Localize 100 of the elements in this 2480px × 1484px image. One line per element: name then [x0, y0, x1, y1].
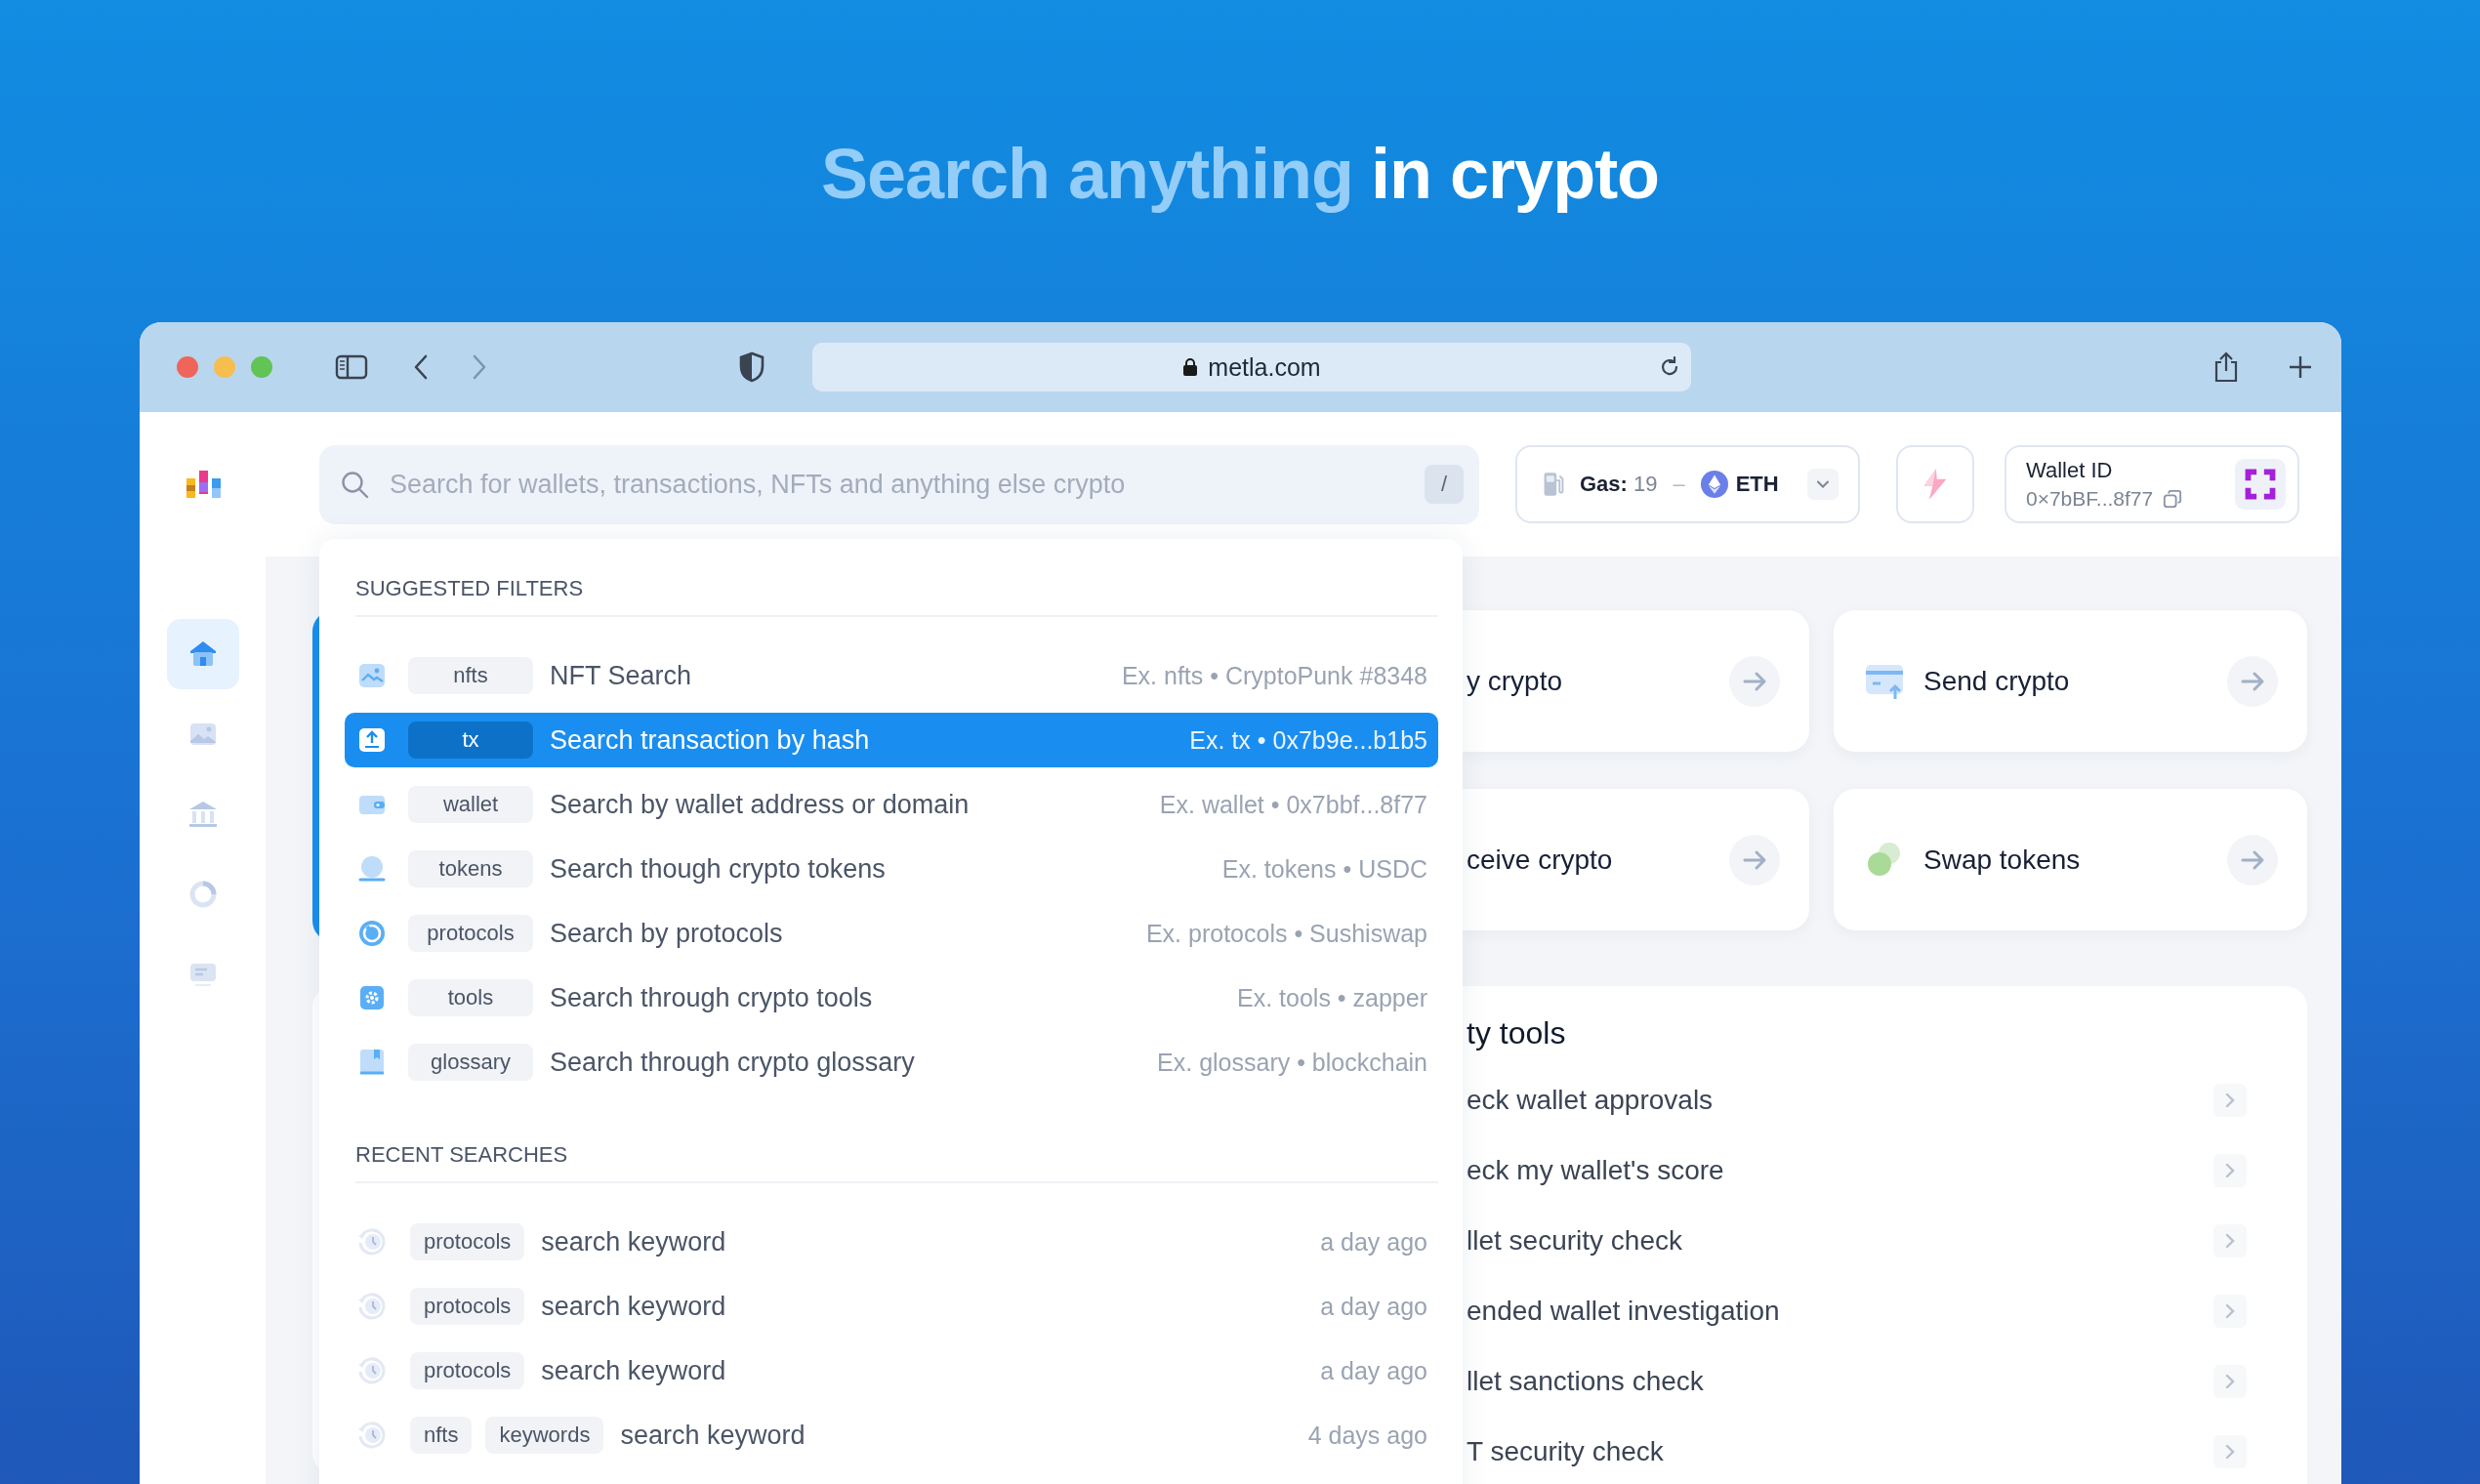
chevron-right-icon[interactable] [2213, 1435, 2247, 1468]
timestamp: a day ago [1320, 1227, 1427, 1257]
arrow-right-icon [1729, 834, 1780, 886]
wallet-label: Wallet ID [2026, 458, 2114, 483]
wallet-address: 0×7bBF...8f77 [2026, 487, 2154, 511]
filter-row[interactable]: nfts NFT Search Ex. nfts • CryptoPunk #8348 [345, 648, 1438, 703]
example-text: Ex. protocols • Sushiswap [1145, 919, 1427, 948]
filter-tag: protocols [410, 1352, 525, 1389]
arrow-right-icon [2227, 655, 2278, 707]
arrow-right-icon [1729, 655, 1780, 707]
search-query: search keyword [541, 1291, 726, 1322]
action-label: ceive crypto [1467, 844, 1613, 876]
section-title: RECENT SEARCHES [355, 1142, 1438, 1183]
recent-search-row[interactable]: protocols search keyword a day ago [345, 1343, 1438, 1398]
tool-link[interactable]: llet security check [1463, 1225, 1682, 1257]
chevron-down-icon [1807, 469, 1839, 500]
filter-label: Search by wallet address or domain [550, 789, 970, 820]
network-name: ETH [1735, 472, 1779, 497]
logo-icon[interactable] [186, 469, 222, 500]
example-text: Ex. tx • 0x7b9e...b1b5 [1189, 725, 1427, 755]
wallet-card[interactable]: Wallet ID 0×7bBF...8f77 [2005, 445, 2299, 523]
recent-search-row[interactable]: protocols search keyword a day ago [345, 1215, 1438, 1269]
filter-label: Search transaction by hash [550, 724, 870, 756]
share-icon[interactable] [2213, 351, 2239, 383]
example-text: Ex. nfts • CryptoPunk #8348 [1121, 661, 1427, 690]
zoom-button[interactable] [251, 356, 272, 378]
action-card[interactable]: Swap tokens [1834, 789, 2307, 930]
recent-search-row[interactable]: protocols search keyword a day ago [345, 1279, 1438, 1334]
action-card[interactable]: Send crypto [1834, 610, 2307, 752]
sidebar-item[interactable] [166, 619, 239, 689]
filter-label: Search by protocols [550, 918, 783, 949]
gas-label: Gas: [1580, 472, 1628, 497]
new-tab-icon[interactable] [2288, 354, 2313, 380]
headline-highlight: Search anything [820, 135, 1354, 213]
image-icon [357, 661, 387, 690]
timestamp: 4 days ago [1307, 1421, 1427, 1450]
chevron-right-icon[interactable] [2213, 1224, 2247, 1257]
ethereum-icon [1700, 471, 1728, 498]
wallet-avatar-icon [2235, 459, 2286, 510]
gear-icon [357, 983, 387, 1012]
separator-text: – [1673, 472, 1685, 497]
back-icon[interactable] [413, 353, 429, 381]
search-icon [341, 470, 370, 500]
action-label: Swap tokens [1923, 844, 2081, 876]
filter-tag: tokens [408, 850, 533, 887]
action-card[interactable]: y crypto [1463, 610, 1809, 752]
tool-link[interactable]: ended wallet investigation [1463, 1296, 1780, 1327]
close-button[interactable] [177, 356, 198, 378]
url-text: metla.com [1208, 352, 1321, 382]
tool-link[interactable]: llet sanctions check [1463, 1366, 1704, 1397]
filter-label: Search through crypto tools [550, 982, 873, 1013]
gas-network-selector[interactable]: Gas: 19 – ETH [1515, 445, 1860, 523]
tool-link[interactable]: T security check [1463, 1436, 1664, 1467]
timestamp: a day ago [1320, 1292, 1427, 1321]
history-icon [357, 1227, 387, 1257]
chevron-right-icon[interactable] [2213, 1295, 2247, 1328]
search-query: search keyword [541, 1355, 726, 1386]
panel-title: ty tools [1466, 1015, 1567, 1051]
book-icon [357, 1048, 387, 1077]
filter-label: NFT Search [550, 660, 692, 691]
chevron-right-icon[interactable] [2213, 1365, 2247, 1398]
fuel-pump-icon [1543, 471, 1564, 498]
tool-link[interactable]: eck my wallet's score [1463, 1155, 1724, 1186]
action-card[interactable]: ceive crypto [1463, 789, 1809, 930]
upload-icon [357, 725, 387, 755]
recent-search-row[interactable]: nfts keywords search keyword 4 days ago [345, 1408, 1438, 1463]
action-label: Send crypto [1923, 665, 2070, 697]
shield-icon[interactable] [738, 351, 765, 383]
filter-tag: nfts [410, 1417, 473, 1454]
filter-row[interactable]: tokens Search though crypto tokens Ex. tokens • USDC [345, 842, 1438, 896]
filter-row[interactable]: tools Search through crypto tools Ex. tools • zapper [345, 970, 1438, 1025]
filter-row[interactable]: glossary Search through crypto glossary Ex. glossary • blockchain [345, 1035, 1438, 1090]
sidebar-toggle-icon[interactable] [335, 354, 368, 380]
tool-link[interactable]: eck wallet approvals [1463, 1085, 1714, 1116]
forward-icon[interactable] [472, 353, 487, 381]
timestamp: a day ago [1320, 1356, 1427, 1385]
copy-icon[interactable] [2163, 489, 2183, 509]
filter-tag: keywords [485, 1417, 604, 1454]
filter-tag: tx [408, 721, 533, 759]
search-query: search keyword [620, 1420, 806, 1451]
filter-row[interactable]: wallet Search by wallet address or domain Ex. wallet • 0x7bbf...8f77 [345, 777, 1438, 832]
lock-icon [1182, 357, 1199, 377]
example-text: Ex. tokens • USDC [1221, 854, 1427, 884]
filter-tag: protocols [410, 1223, 525, 1260]
shortcut-key: / [1425, 464, 1464, 504]
filter-label: Search though crypto tokens [550, 853, 886, 885]
chevron-right-icon[interactable] [2213, 1154, 2247, 1187]
address-bar[interactable]: metla.com [812, 343, 1691, 392]
history-icon [357, 1421, 387, 1450]
example-text: Ex. wallet • 0x7bbf...8f77 [1159, 790, 1427, 819]
arrow-right-icon [2227, 834, 2278, 886]
example-text: Ex. glossary • blockchain [1157, 1048, 1427, 1077]
filter-tag: protocols [408, 915, 533, 952]
filter-row[interactable]: protocols Search by protocols Ex. protocols • Sushiswap [345, 906, 1438, 961]
filter-label: Search through crypto glossary [550, 1047, 915, 1078]
filter-row[interactable]: tx Search transaction by hash Ex. tx • 0x7b9e...b1b5 [345, 713, 1438, 767]
chevron-right-icon[interactable] [2213, 1084, 2247, 1117]
boost-button[interactable] [1896, 445, 1974, 523]
example-text: Ex. tools • zapper [1237, 983, 1427, 1012]
minimize-button[interactable] [214, 356, 235, 378]
